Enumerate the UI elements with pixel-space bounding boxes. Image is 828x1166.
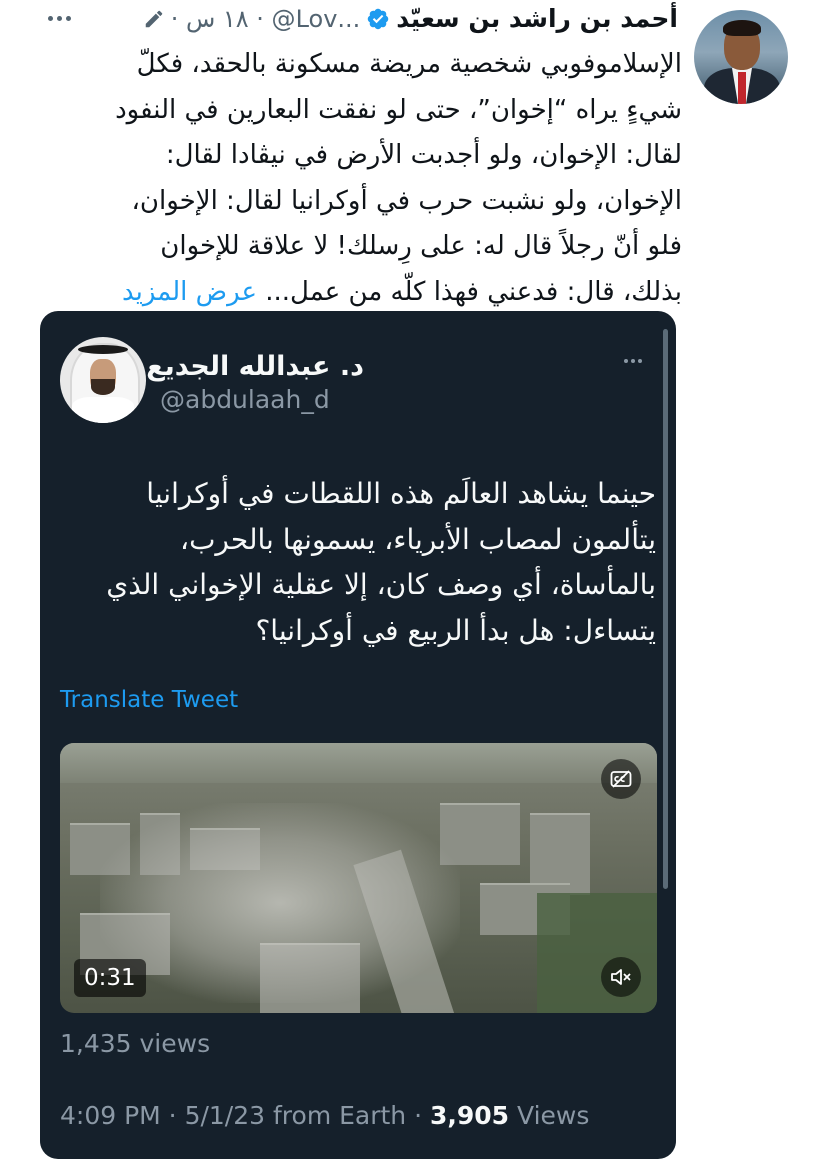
dot bbox=[56, 15, 62, 21]
video-player[interactable]: 0:31 bbox=[60, 743, 657, 1013]
volume-muted-icon[interactable] bbox=[601, 957, 641, 997]
dot bbox=[47, 15, 53, 21]
quoted-tweet-card[interactable]: د. عبدالله الجديع @abdulaah_d حينما يشاه… bbox=[40, 311, 676, 1159]
video-sky bbox=[60, 743, 657, 783]
dot bbox=[638, 359, 642, 363]
quoted-author-name[interactable]: د. عبدالله الجديع bbox=[146, 351, 364, 382]
tweet-text: الإسلاموفوبي شخصية مريضة مسكونة بالحقد، … bbox=[42, 42, 682, 315]
quoted-text-line: يتألمون لمصاب الأبرياء، يسمونها بالحرب، bbox=[180, 522, 656, 556]
quoted-author-avatar[interactable] bbox=[60, 337, 146, 423]
video-views-count: 1,435 views bbox=[60, 1029, 211, 1058]
tweet-text-line: فلو أنّ رجلاً قال له: على رِسلك! لا علاق… bbox=[160, 231, 682, 261]
views-count: 3,905 bbox=[430, 1101, 510, 1130]
edit-pencil-icon bbox=[145, 10, 162, 27]
quoted-more-options-icon[interactable] bbox=[624, 359, 642, 363]
tweet-text-last-line: بذلك، قال: فدعني فهذا كلّه من عمل... عرض… bbox=[42, 270, 682, 316]
captions-off-glyph bbox=[610, 770, 632, 788]
handle-and-time[interactable]: ...Lov@ · ١٨ س · bbox=[171, 5, 361, 33]
tweet-text-truncated: بذلك، قال: فدعني فهذا كلّه من عمل... bbox=[265, 276, 682, 307]
views-label: Views bbox=[509, 1101, 590, 1130]
captions-off-icon[interactable] bbox=[601, 759, 641, 799]
dot bbox=[624, 359, 628, 363]
tweet-text-line: الإسلاموفوبي شخصية مريضة مسكونة بالحقد، … bbox=[136, 49, 682, 79]
quoted-author-handle[interactable]: @abdulaah_d bbox=[160, 385, 330, 414]
avatar-tie bbox=[738, 72, 746, 104]
video-smoke bbox=[100, 803, 460, 1003]
verified-badge-icon bbox=[368, 8, 389, 29]
quoted-text-line: يتساءل: هل بدأ الربيع في أوكرانيا؟ bbox=[255, 613, 656, 647]
avatar-agal bbox=[78, 345, 128, 354]
author-display-name[interactable]: أحمد بن راشد بن سعيّد bbox=[396, 4, 678, 33]
quoted-text-line: بالمأساة، أي وصف كان، إلا عقلية الإخواني… bbox=[106, 568, 656, 601]
avatar-hair bbox=[723, 20, 761, 36]
more-options-icon[interactable] bbox=[44, 8, 74, 28]
tweet-text-line: لقال: الإخوان، ولو أجدبت الأرض في نيڤادا… bbox=[165, 140, 682, 170]
avatar-beard bbox=[91, 379, 115, 395]
tweet-meta: 4:09 PM · 5/1/23 from Earth · 3,905 View… bbox=[60, 1101, 589, 1130]
tweet-text-line: شيءٍ يراه “إخوان”، حتى لو نفقت البعارين … bbox=[115, 94, 682, 125]
quoted-tweet-text: حينما يشاهد العالَم هذه اللقطات في أوكرا… bbox=[66, 471, 656, 653]
scrollbar[interactable] bbox=[663, 329, 668, 889]
video-duration-badge: 0:31 bbox=[74, 959, 146, 997]
show-more-link[interactable]: عرض المزيد bbox=[122, 277, 257, 307]
quoted-text-line: حينما يشاهد العالَم هذه اللقطات في أوكرا… bbox=[146, 477, 656, 510]
dot bbox=[65, 15, 71, 21]
author-row: أحمد بن راشد بن سعيّد ...Lov@ · ١٨ س · bbox=[143, 4, 678, 33]
author-avatar[interactable] bbox=[694, 10, 788, 104]
tweet-text-line: الإخوان، ولو نشبت حرب في أوكرانيا لقال: … bbox=[131, 185, 682, 216]
translate-tweet-link[interactable]: Translate Tweet bbox=[60, 687, 238, 713]
dot bbox=[631, 359, 635, 363]
timestamp-source[interactable]: 4:09 PM · 5/1/23 from Earth · bbox=[60, 1101, 430, 1130]
avatar-thobe bbox=[72, 397, 134, 423]
volume-muted-glyph bbox=[611, 969, 631, 985]
video-vegetation bbox=[537, 893, 657, 1013]
